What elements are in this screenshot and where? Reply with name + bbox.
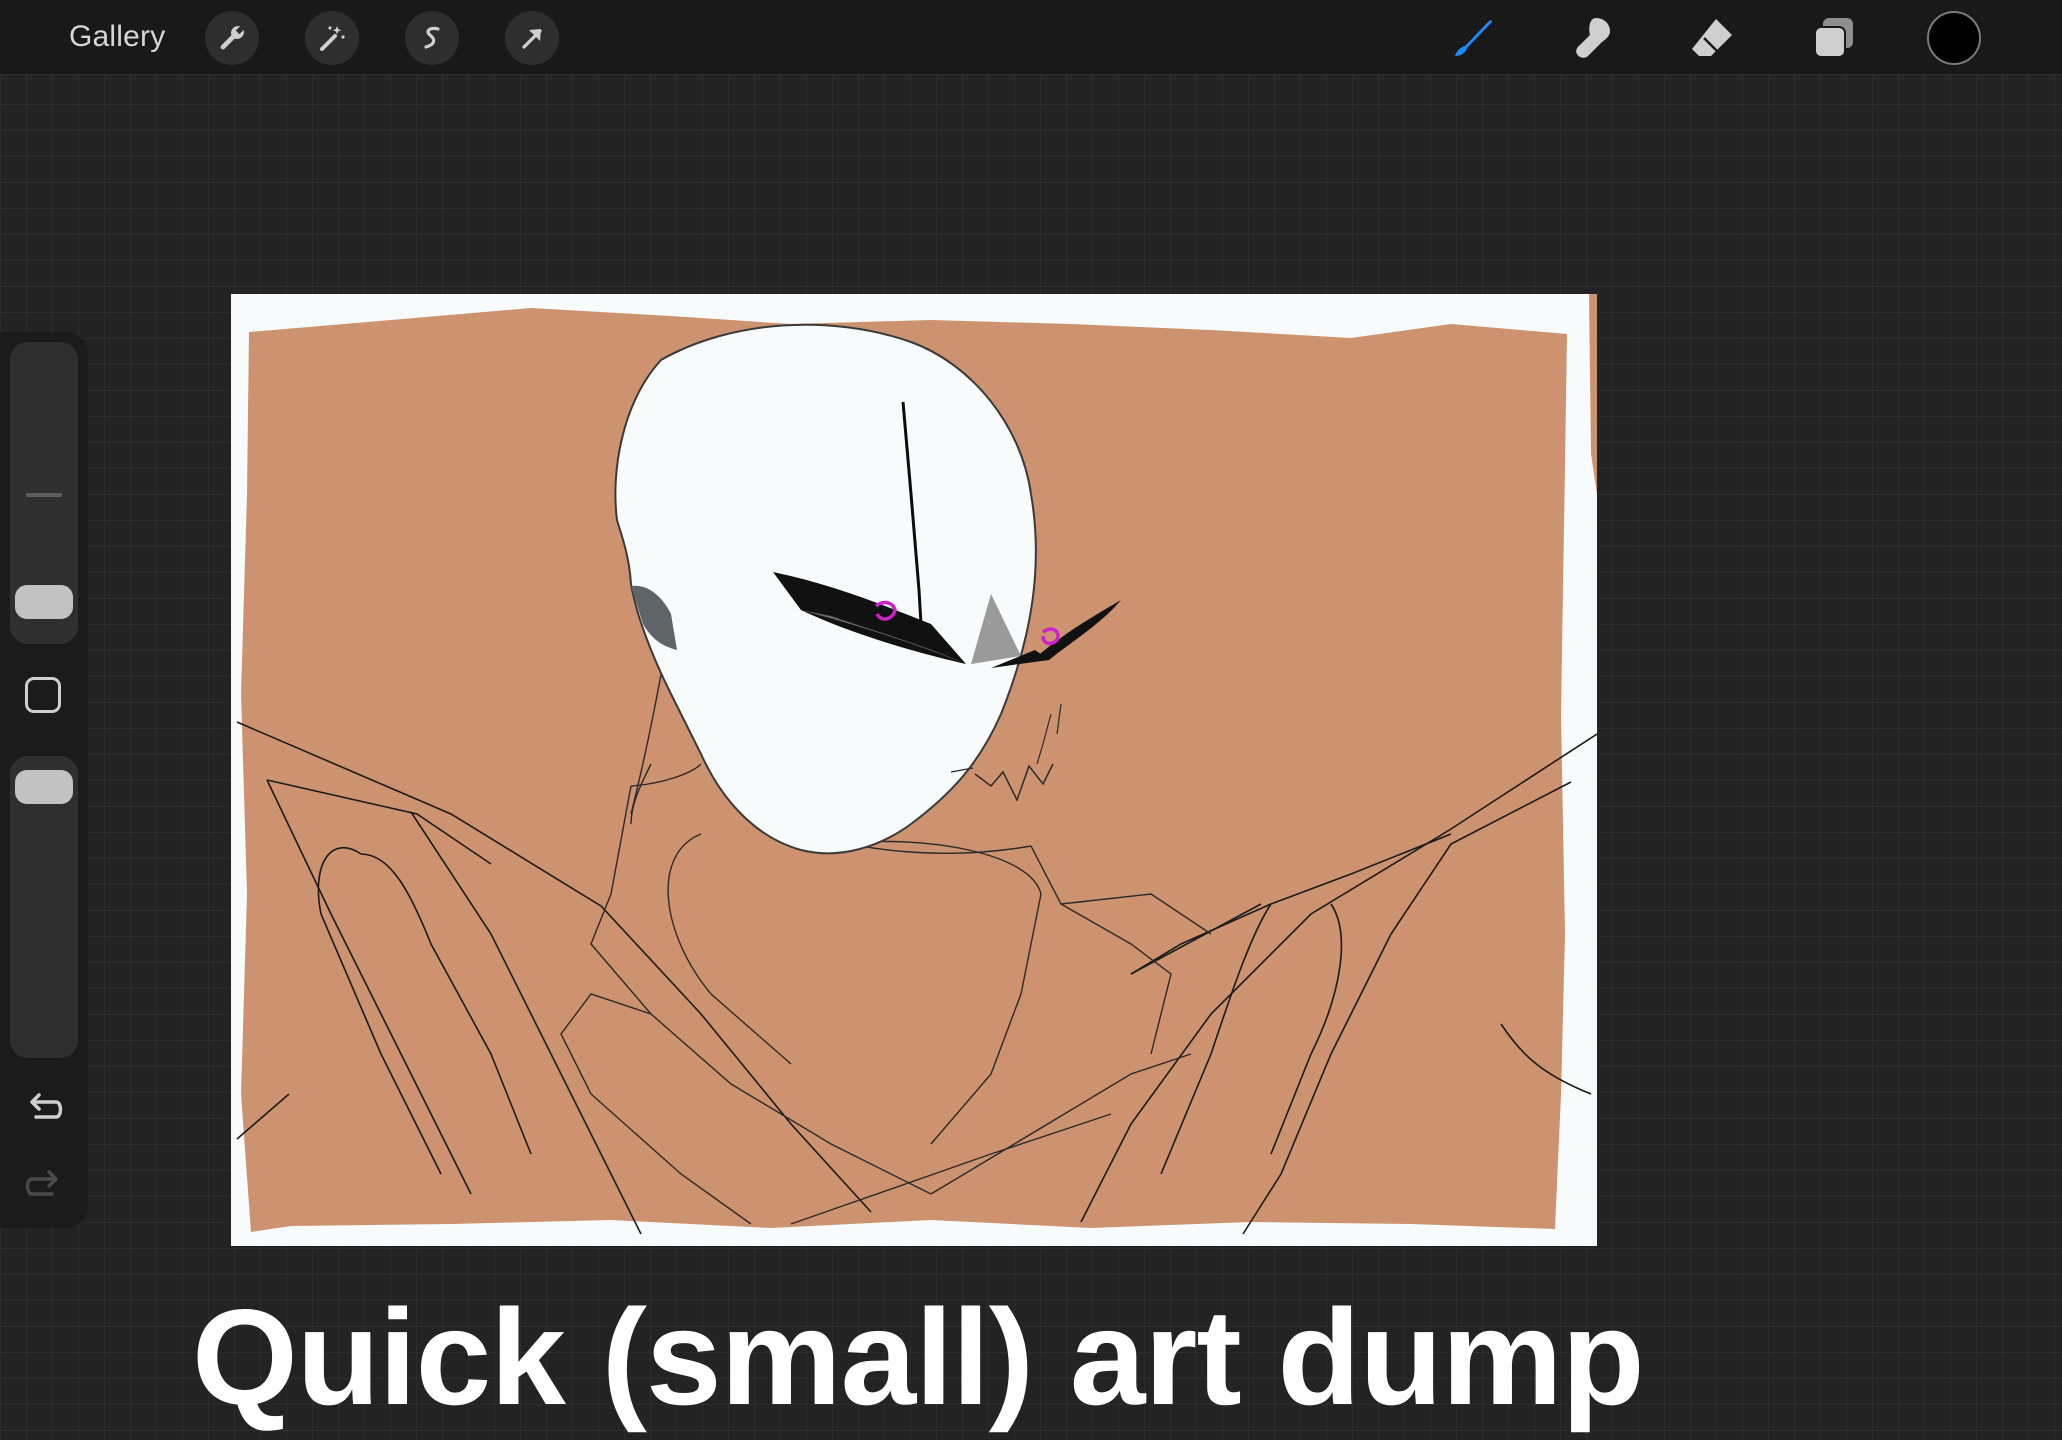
layers-icon: [1814, 18, 1853, 58]
opacity-slider[interactable]: [10, 756, 78, 1058]
smudge-icon: [1576, 18, 1610, 58]
brush-tool-button[interactable]: [1444, 10, 1500, 66]
layers-button[interactable]: [1806, 10, 1862, 66]
undo-button[interactable]: [22, 1087, 66, 1131]
slider-tick: [26, 493, 62, 497]
selection-s-icon: [424, 26, 440, 49]
brush-icon: [1455, 20, 1492, 56]
brush-size-thumb[interactable]: [15, 585, 73, 619]
gallery-button[interactable]: Gallery: [69, 20, 165, 54]
drawing-canvas[interactable]: [231, 294, 1597, 1246]
wrench-icon: [220, 26, 244, 50]
brush-size-slider[interactable]: [10, 342, 78, 644]
redo-button[interactable]: [22, 1164, 66, 1208]
eraser-icon: [1692, 19, 1732, 56]
magic-wand-icon: [320, 26, 345, 51]
selection-button[interactable]: [405, 11, 459, 65]
smudge-tool-button[interactable]: [1564, 10, 1620, 66]
opacity-thumb[interactable]: [15, 770, 73, 804]
transform-arrow-icon: [522, 29, 542, 49]
adjustments-button[interactable]: [305, 11, 359, 65]
undo-icon: [30, 1093, 63, 1119]
actions-wrench-button[interactable]: [205, 11, 259, 65]
eraser-tool-button[interactable]: [1684, 10, 1740, 66]
redo-icon: [25, 1170, 58, 1196]
transform-button[interactable]: [505, 11, 559, 65]
top-toolbar: Gallery: [0, 0, 2062, 75]
left-sidebar: [0, 332, 88, 1228]
overlay-caption: Quick (small) art dump: [192, 1281, 1645, 1433]
color-well[interactable]: [1927, 11, 1981, 65]
artwork: [236, 294, 1597, 1235]
modify-button[interactable]: [25, 677, 61, 713]
